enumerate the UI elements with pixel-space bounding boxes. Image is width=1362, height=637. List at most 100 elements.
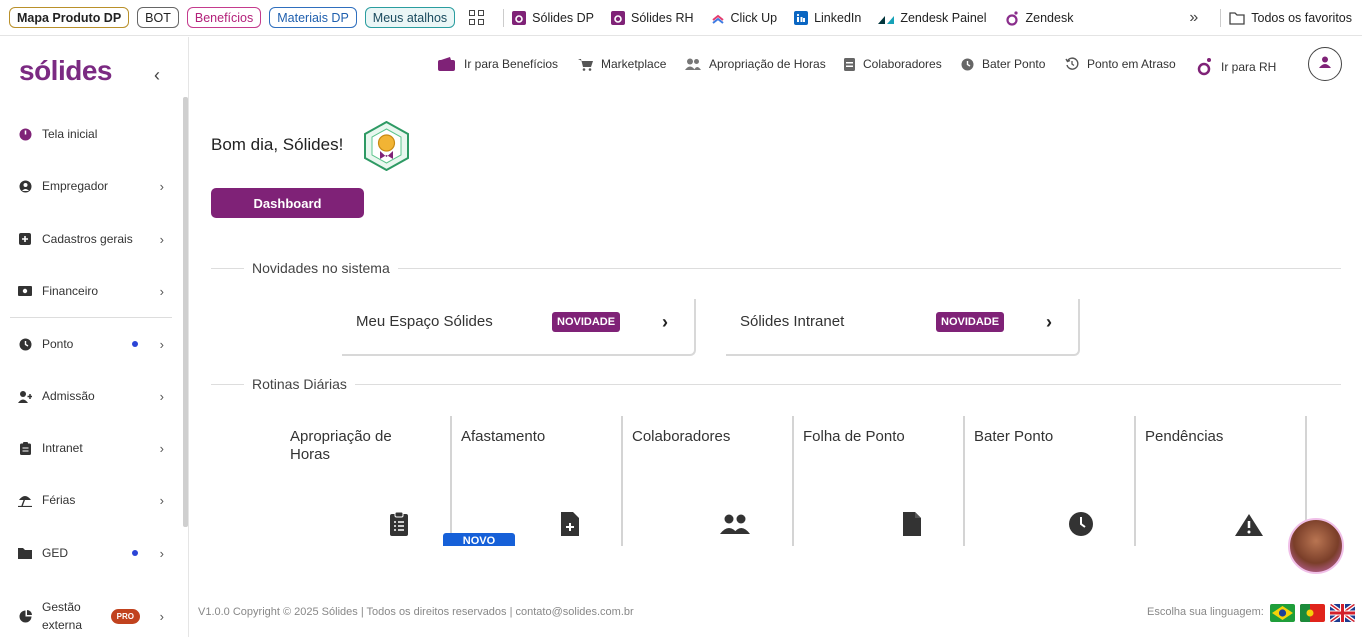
file-plus-icon <box>561 512 579 541</box>
sidebar-item-gestao-externa[interactable]: Gestão externa PRO › <box>0 594 180 637</box>
solides-o-icon <box>1196 57 1213 76</box>
linkedin-logo-icon <box>794 10 809 25</box>
uk-flag-icon[interactable] <box>1330 604 1355 622</box>
routine-card-apropriacao[interactable]: Apropriação de Horas <box>281 416 452 546</box>
nav-ir-para-beneficios[interactable]: Ir para Benefícios <box>438 57 558 71</box>
routine-card-folha-de-ponto[interactable]: Folha de Ponto <box>794 416 965 546</box>
bookmarks-bar: Mapa Produto DP BOT Benefícios Materiais… <box>0 0 1362 36</box>
nav-bater-ponto[interactable]: Bater Ponto <box>961 57 1045 71</box>
chevron-right-icon: › <box>662 312 668 332</box>
sidebar-item-ferias[interactable]: Férias › <box>0 480 180 520</box>
brazil-flag-icon[interactable] <box>1270 604 1295 622</box>
folder-icon <box>18 546 32 560</box>
bookmark-folder-meus-atalhos[interactable]: Meus atalhos <box>364 7 456 28</box>
bookmark-folder-beneficios[interactable]: Benefícios <box>186 7 262 28</box>
dashboard-button[interactable]: Dashboard <box>211 188 364 218</box>
sidebar-scrollbar[interactable] <box>183 97 188 527</box>
news-card-intranet[interactable]: Sólides Intranet NOVIDADE › <box>726 299 1080 356</box>
novidade-badge: NOVIDADE <box>552 312 621 332</box>
novo-badge: NOVO <box>443 533 515 546</box>
user-icon <box>1319 55 1331 73</box>
sidebar-item-admissao[interactable]: Admissão › <box>0 376 180 416</box>
nav-label: Ir para RH <box>1221 59 1277 74</box>
umbrella-beach-icon <box>18 493 32 507</box>
solides-o-icon <box>1004 10 1020 26</box>
nav-marketplace[interactable]: Marketplace <box>578 57 666 71</box>
all-bookmarks-label: Todos os favoritos <box>1251 11 1352 25</box>
routine-title: Colaboradores <box>632 428 731 445</box>
sidebar-item-ged[interactable]: GED › <box>0 533 180 573</box>
users-icon <box>685 58 701 70</box>
nav-label: Marketplace <box>601 57 667 71</box>
nav-apropriacao-de-horas[interactable]: Apropriação de Horas <box>685 57 826 71</box>
bookmark-click-up[interactable]: Click Up <box>711 11 777 25</box>
sidebar-divider <box>10 317 172 318</box>
bookmark-zendesk[interactable]: Zendesk <box>1004 10 1074 26</box>
sidebar-item-label: Cadastros gerais <box>42 232 133 246</box>
chevron-right-icon: › <box>159 178 164 194</box>
clock-icon <box>1069 512 1093 541</box>
chevron-right-icon: › <box>159 545 164 561</box>
bookmark-label: Zendesk <box>1025 10 1074 25</box>
routine-card-pendencias[interactable]: Pendências <box>1136 416 1307 546</box>
users-icon <box>720 514 750 539</box>
bookmarks-right: » Todos os favoritos <box>1189 0 1352 36</box>
bookmark-folder-bot[interactable]: BOT <box>137 7 179 28</box>
routine-card-afastamento[interactable]: Afastamento <box>452 416 623 546</box>
footer-copyright: V1.0.0 Copyright © 2025 Sólides | Todos … <box>198 606 634 618</box>
more-bookmarks-icon[interactable]: » <box>1189 9 1198 27</box>
bookmark-label: Zendesk Painel <box>900 10 987 25</box>
sidebar-item-intranet[interactable]: Intranet › <box>0 428 180 468</box>
portugal-flag-icon[interactable] <box>1300 604 1325 622</box>
notification-dot <box>132 341 138 347</box>
sidebar-item-cadastros-gerais[interactable]: Cadastros gerais › <box>0 219 180 259</box>
routine-title: Bater Ponto <box>974 428 1054 445</box>
bookmark-folder-mapa-produto[interactable]: Mapa Produto DP <box>9 7 130 28</box>
chevron-right-icon: › <box>159 283 164 299</box>
nav-label: Bater Ponto <box>982 57 1046 71</box>
routine-card-bater-ponto[interactable]: Bater Ponto <box>965 416 1136 546</box>
routine-title: Afastamento <box>461 428 546 445</box>
sidebar-item-ponto[interactable]: Ponto › <box>0 324 180 364</box>
bookmark-label: Sólides RH <box>631 10 694 25</box>
nav-ponto-em-atraso[interactable]: Ponto em Atraso <box>1065 57 1176 71</box>
bookmark-solides-rh[interactable]: Sólides RH <box>611 10 694 25</box>
news-card-meu-espaco[interactable]: Meu Espaço Sólides NOVIDADE › <box>342 299 696 356</box>
id-card-icon <box>844 57 855 71</box>
nav-label: Ir para Benefícios <box>464 57 559 71</box>
sidebar-item-label: Tela inicial <box>42 127 98 141</box>
sidebar-item-label: Empregador <box>42 179 109 193</box>
user-circle-icon <box>18 179 32 193</box>
language-label: Escolha sua linguagem: <box>1147 606 1264 618</box>
sidebar-item-empregador[interactable]: Empregador › <box>0 166 180 206</box>
sidebar-item-tela-inicial[interactable]: Tela inicial <box>0 114 180 154</box>
greeting-text: Bom dia, Sólides! <box>211 135 344 154</box>
chevron-right-icon: › <box>159 440 164 456</box>
all-bookmarks[interactable]: Todos os favoritos <box>1229 11 1352 25</box>
nav-label: Colaboradores <box>863 57 942 71</box>
bookmark-solides-dp[interactable]: Sólides DP <box>512 10 594 25</box>
clipboard-list-icon <box>390 511 408 541</box>
sidebar: sólides ‹ Tela inicial Empregador › Cada… <box>0 37 189 637</box>
sidebar-item-financeiro[interactable]: Financeiro › <box>0 271 180 311</box>
nav-colaboradores[interactable]: Colaboradores <box>844 57 942 71</box>
chevron-right-icon: › <box>159 231 164 247</box>
bookmark-zendesk-painel[interactable]: Zendesk Painel <box>878 10 987 25</box>
user-plus-icon <box>18 389 32 403</box>
apps-grid-icon[interactable] <box>469 9 485 26</box>
sidebar-item-label: Férias <box>42 493 76 507</box>
bookmark-linkedin[interactable]: LinkedIn <box>794 10 861 25</box>
file-icon <box>903 512 921 541</box>
bookmark-folder-materiais[interactable]: Materiais DP <box>269 7 357 28</box>
news-card-title: Sólides Intranet <box>740 313 845 330</box>
nav-label: Ponto em Atraso <box>1087 57 1176 71</box>
user-avatar-button[interactable] <box>1308 47 1342 81</box>
nav-ir-para-rh[interactable]: Ir para RH <box>1196 57 1276 76</box>
virtual-assistant-avatar[interactable] <box>1288 518 1344 574</box>
collapse-sidebar-icon[interactable]: ‹ <box>154 65 160 86</box>
routine-card-colaboradores[interactable]: Colaboradores <box>623 416 794 546</box>
chevron-right-icon: › <box>1046 312 1052 332</box>
sidebar-item-label: Ponto <box>42 337 74 351</box>
sidebar-item-label: Admissão <box>42 389 95 403</box>
solides-logo[interactable]: sólides <box>19 55 112 87</box>
